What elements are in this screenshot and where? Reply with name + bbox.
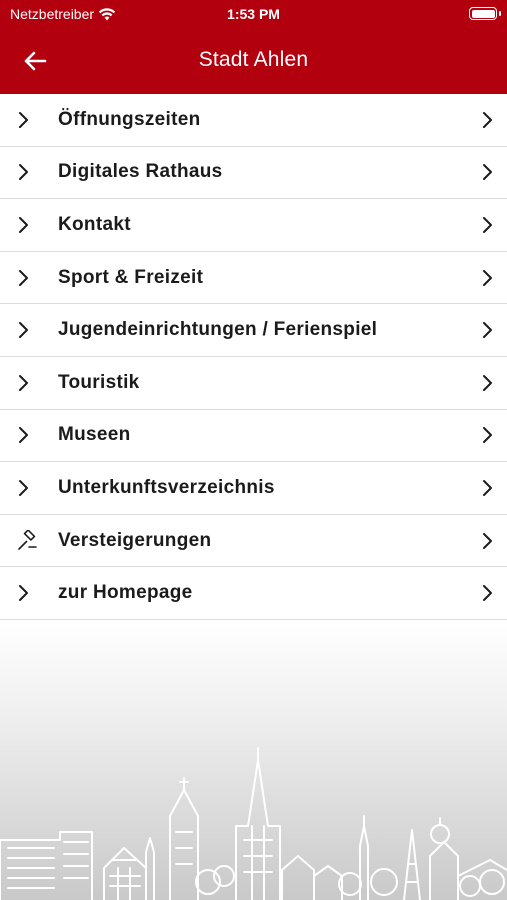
menu-item-label: Museen [58, 424, 131, 446]
menu-item-label: Öffnungszeiten [58, 108, 201, 130]
chevron-right-icon [0, 216, 58, 234]
menu-item-label: Kontakt [58, 213, 131, 235]
menu-item-unterkunftsverzeichnis[interactable]: Unterkunftsverzeichnis [0, 462, 507, 515]
chevron-right-icon [467, 216, 507, 234]
status-bar: Netzbetreiber 1:53 PM [0, 0, 507, 28]
chevron-right-icon [0, 479, 58, 497]
battery-tip [499, 11, 501, 16]
menu-item-digitales-rathaus[interactable]: Digitales Rathaus [0, 146, 507, 200]
menu-item-oeffnungszeiten[interactable]: Öffnungszeiten [0, 94, 507, 147]
chevron-right-icon [467, 426, 507, 444]
city-skyline-illustration [0, 620, 507, 900]
chevron-right-icon [0, 321, 58, 339]
chevron-right-icon [0, 111, 58, 129]
chevron-right-icon [467, 479, 507, 497]
chevron-right-icon [467, 321, 507, 339]
battery-icon [469, 7, 497, 20]
status-time: 1:53 PM [227, 6, 280, 22]
chevron-right-icon [0, 374, 58, 392]
menu-item-sport-freizeit[interactable]: Sport & Freizeit [0, 251, 507, 305]
chevron-right-icon [0, 269, 58, 287]
menu-item-jugendeinrichtungen[interactable]: Jugendeinrichtungen / Ferienspiel [0, 304, 507, 357]
menu-item-label: Touristik [58, 371, 140, 393]
chevron-right-icon [467, 163, 507, 181]
menu-item-label: Sport & Freizeit [58, 266, 204, 288]
skyline-icon [0, 747, 507, 900]
menu-item-label: Versteigerungen [58, 529, 212, 551]
menu-list: Öffnungszeiten Digitales Rathaus Kontakt… [0, 94, 507, 620]
menu-item-kontakt[interactable]: Kontakt [0, 199, 507, 252]
menu-item-label: Jugendeinrichtungen / Ferienspiel [58, 319, 378, 341]
page-title: Stadt Ahlen [198, 48, 309, 71]
chevron-right-icon [467, 532, 507, 550]
menu-item-label: zur Homepage [58, 582, 193, 604]
chevron-right-icon [467, 111, 507, 129]
menu-item-zur-homepage[interactable]: zur Homepage [0, 567, 507, 620]
menu-item-museen[interactable]: Museen [0, 409, 507, 463]
chevron-right-icon [467, 269, 507, 287]
gavel-icon [0, 529, 58, 552]
chevron-right-icon [0, 163, 58, 181]
menu-item-label: Unterkunftsverzeichnis [58, 476, 275, 498]
menu-item-label: Digitales Rathaus [58, 161, 223, 183]
chevron-right-icon [0, 426, 58, 444]
app-header: Netzbetreiber 1:53 PM Stadt Ahlen [0, 0, 507, 94]
chevron-right-icon [467, 374, 507, 392]
menu-item-touristik[interactable]: Touristik [0, 356, 507, 410]
chevron-right-icon [467, 584, 507, 602]
menu-item-versteigerungen[interactable]: Versteigerungen [0, 514, 507, 568]
chevron-right-icon [0, 584, 58, 602]
